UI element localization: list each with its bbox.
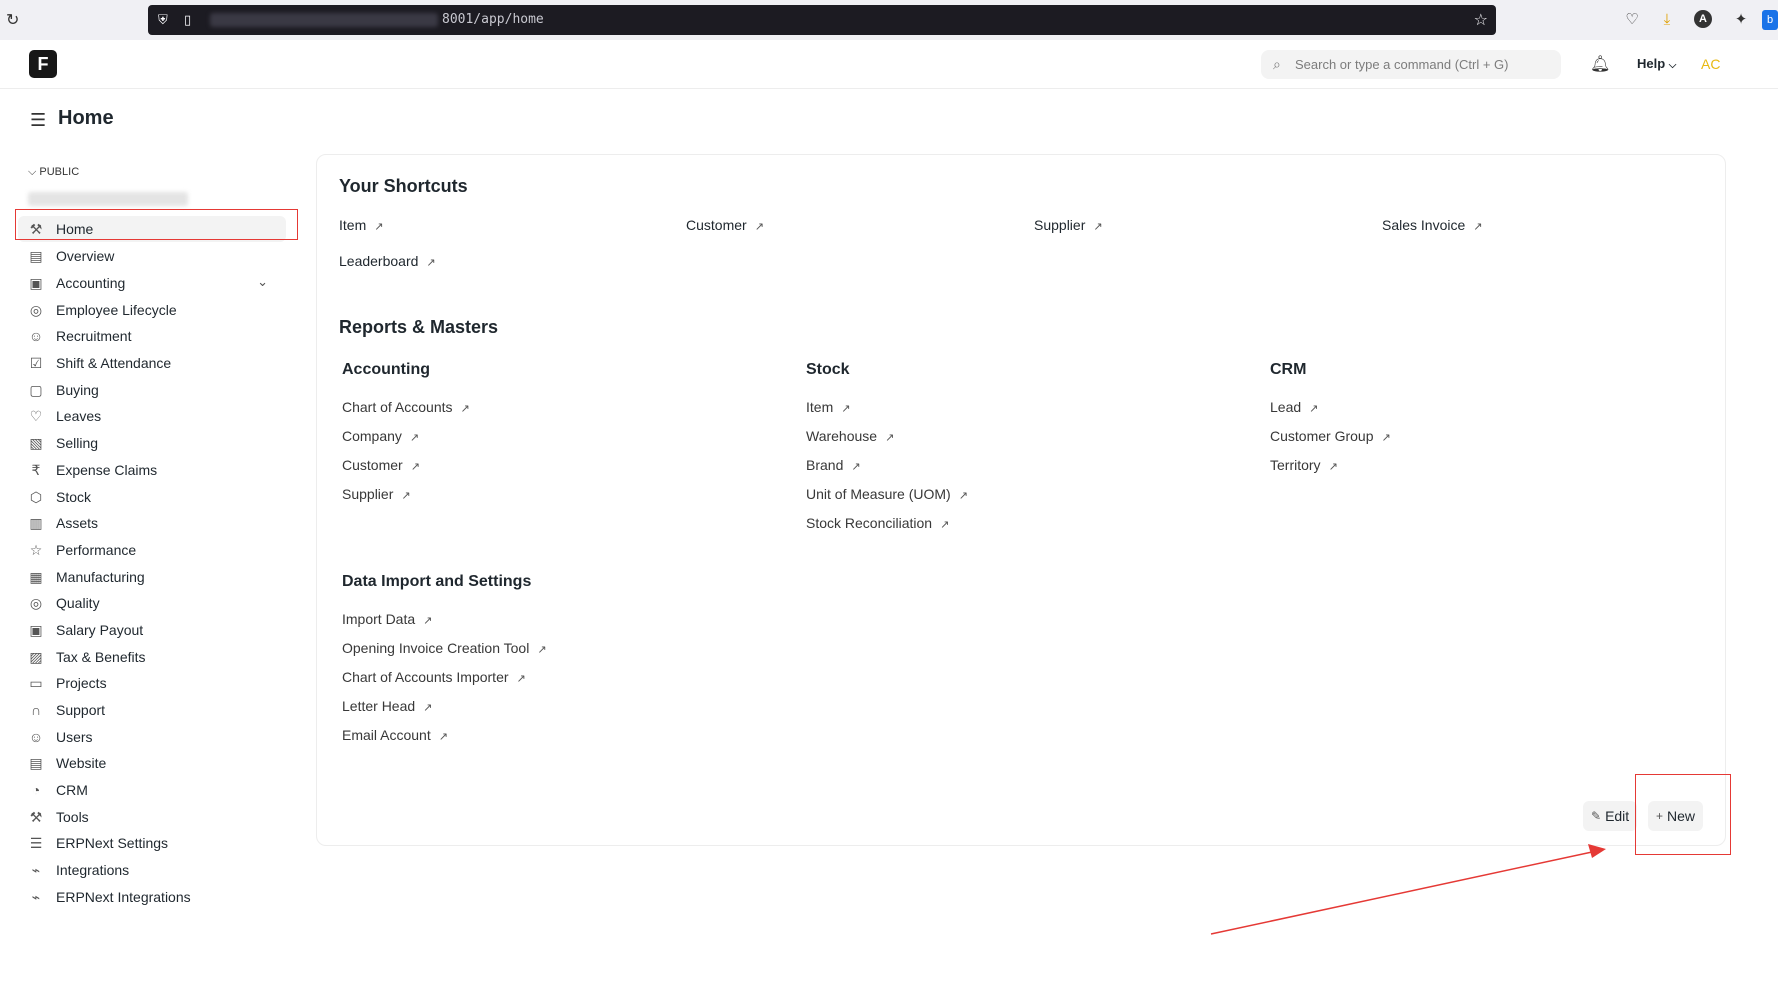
annotation-arrow	[1210, 844, 1606, 935]
